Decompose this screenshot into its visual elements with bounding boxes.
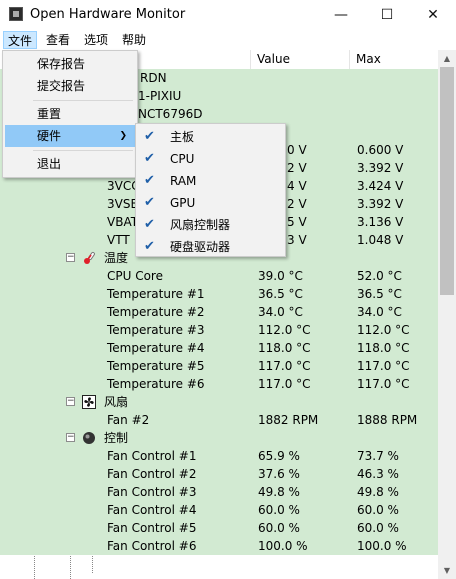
vertical-scrollbar[interactable]: ▲ ▼ — [438, 50, 456, 579]
tree-row-temp-cpu-core[interactable]: CPU Core 39.0 °C 52.0 °C — [0, 267, 438, 285]
submenu-item-hard-drives[interactable]: ✔ 硬盘驱动器 — [138, 236, 283, 258]
close-button[interactable]: ✕ — [410, 0, 456, 30]
scroll-down-icon[interactable]: ▼ — [438, 562, 456, 579]
menu-help[interactable]: 帮助 — [118, 31, 150, 49]
menu-item-reset[interactable]: 重置 — [5, 103, 135, 125]
tree-row-fan-control-4[interactable]: Fan Control #4 60.0 % 60.0 % — [0, 501, 438, 519]
tree-row-controls-group[interactable]: − 控制 — [0, 429, 438, 447]
menu-view[interactable]: 查看 — [42, 31, 74, 49]
submenu-item-mainboard[interactable]: ✔ 主板 — [138, 126, 283, 148]
fan-icon — [82, 395, 96, 409]
check-icon: ✔ — [144, 195, 155, 210]
check-icon: ✔ — [144, 239, 155, 254]
check-icon: ✔ — [144, 129, 155, 144]
tree-row-fan-2[interactable]: Fan #2 1882 RPM 1888 RPM — [0, 411, 438, 429]
check-icon: ✔ — [144, 151, 155, 166]
scrollbar-thumb[interactable] — [440, 67, 454, 295]
menu-bar: 文件 查看 选项 帮助 — [0, 30, 456, 50]
collapse-icon[interactable]: − — [66, 253, 75, 262]
tree-row-temp-1[interactable]: Temperature #1 36.5 °C 36.5 °C — [0, 285, 438, 303]
maximize-button[interactable]: ☐ — [364, 0, 410, 30]
submenu-arrow-icon: ❯ — [119, 131, 127, 141]
scroll-up-icon[interactable]: ▲ — [438, 50, 456, 67]
menu-item-submit-report[interactable]: 提交报告 — [5, 75, 135, 97]
minimize-button[interactable]: — — [318, 0, 364, 30]
tree-row-fan-control-6[interactable]: Fan Control #6 100.0 % 100.0 % — [0, 537, 438, 555]
tree-row-temp-5[interactable]: Temperature #5 117.0 °C 117.0 °C — [0, 357, 438, 375]
check-icon: ✔ — [144, 217, 155, 232]
submenu-item-fan-controller[interactable]: ✔ 风扇控制器 — [138, 214, 283, 236]
title-bar: Open Hardware Monitor — ☐ ✕ — [0, 0, 456, 30]
app-icon — [9, 7, 23, 21]
header-max[interactable]: Max — [350, 50, 438, 69]
tree-row-temp-3[interactable]: Temperature #3 112.0 °C 112.0 °C — [0, 321, 438, 339]
tree-row-fan-control-2[interactable]: Fan Control #2 37.6 % 46.3 % — [0, 465, 438, 483]
tree-row-fan-control-5[interactable]: Fan Control #5 60.0 % 60.0 % — [0, 519, 438, 537]
file-menu: 保存报告 提交报告 重置 硬件 ❯ 退出 — [2, 50, 138, 178]
window-title: Open Hardware Monitor — [30, 7, 186, 22]
menu-item-save-report[interactable]: 保存报告 — [5, 53, 135, 75]
thermometer-icon — [84, 251, 95, 264]
menu-separator — [33, 100, 133, 101]
menu-item-exit[interactable]: 退出 — [5, 153, 135, 175]
tree-row-fans-group[interactable]: − 风扇 — [0, 393, 438, 411]
tree-row-temp-4[interactable]: Temperature #4 118.0 °C 118.0 °C — [0, 339, 438, 357]
menu-options[interactable]: 选项 — [80, 31, 112, 49]
collapse-icon[interactable]: − — [66, 433, 75, 442]
hardware-submenu: ✔ 主板 ✔ CPU ✔ RAM ✔ GPU ✔ 风扇控制器 ✔ 硬盘驱动器 — [135, 123, 286, 257]
menu-item-hardware[interactable]: 硬件 ❯ — [5, 125, 135, 147]
check-icon: ✔ — [144, 173, 155, 188]
menu-file[interactable]: 文件 — [3, 31, 38, 49]
tree-row-temp-6[interactable]: Temperature #6 117.0 °C 117.0 °C — [0, 375, 438, 393]
tree-row-temp-2[interactable]: Temperature #2 34.0 °C 34.0 °C — [0, 303, 438, 321]
collapse-icon[interactable]: − — [66, 397, 75, 406]
submenu-item-gpu[interactable]: ✔ GPU — [138, 192, 283, 214]
tree-row-fan-control-1[interactable]: Fan Control #1 65.9 % 73.7 % — [0, 447, 438, 465]
submenu-item-ram[interactable]: ✔ RAM — [138, 170, 283, 192]
header-value[interactable]: Value — [251, 50, 350, 69]
tree-row-fan-control-3[interactable]: Fan Control #3 49.8 % 49.8 % — [0, 483, 438, 501]
control-knob-icon — [83, 432, 95, 444]
submenu-item-cpu[interactable]: ✔ CPU — [138, 148, 283, 170]
menu-separator — [33, 150, 133, 151]
